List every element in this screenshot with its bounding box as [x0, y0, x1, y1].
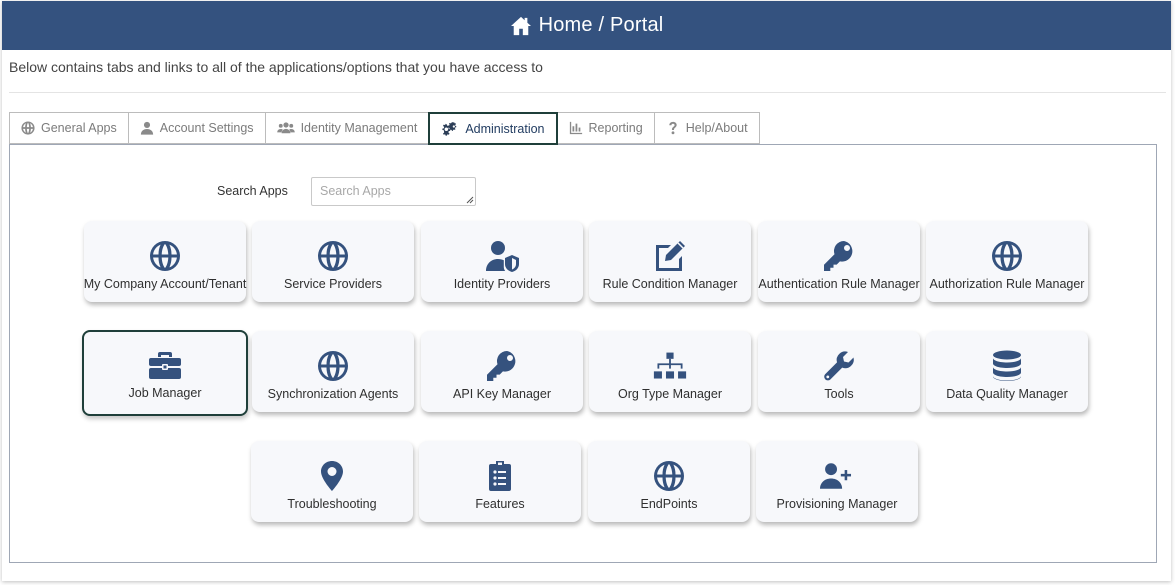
globe-icon [990, 240, 1024, 272]
app-tile-label: Rule Condition Manager [602, 277, 738, 291]
app-tile-label: Service Providers [284, 277, 382, 291]
app-tile-label: Authentication Rule Manager [758, 277, 920, 291]
database-icon [990, 350, 1024, 382]
app-tile-label: Job Manager [128, 386, 202, 400]
bar-chart-icon [569, 121, 583, 135]
tab-label: Account Settings [159, 121, 254, 135]
user-icon [140, 121, 154, 135]
tab-bar: General Apps Account Settings Identity M… [9, 112, 1157, 145]
app-tile-rule-condition-manager[interactable]: Rule Condition Manager [589, 221, 751, 302]
search-input[interactable] [311, 177, 476, 206]
app-tile-endpoints[interactable]: EndPoints [588, 441, 750, 522]
divider [9, 92, 1166, 93]
app-tile-label: Identity Providers [453, 277, 551, 291]
globe-icon [316, 240, 350, 272]
app-tile-api-key-manager[interactable]: API Key Manager [421, 331, 583, 412]
tab-administration[interactable]: Administration [428, 112, 558, 145]
app-tile-tools[interactable]: Tools [758, 331, 920, 412]
app-tile-label: Features [475, 497, 525, 511]
app-tile-label: Troubleshooting [287, 497, 377, 511]
search-label: Search Apps [217, 184, 288, 198]
app-tile-data-quality-manager[interactable]: Data Quality Manager [926, 331, 1088, 412]
app-tile-label: Provisioning Manager [776, 497, 898, 511]
globe-icon [316, 350, 350, 382]
globe-icon [148, 240, 182, 272]
tab-account-settings[interactable]: Account Settings [127, 112, 265, 144]
app-tile-label: Org Type Manager [618, 387, 722, 401]
app-tile-job-manager[interactable]: Job Manager [82, 330, 248, 416]
wrench-icon [822, 350, 856, 382]
toolbox-icon [148, 349, 182, 381]
app-tile-label: EndPoints [640, 497, 698, 511]
users-icon [276, 121, 295, 135]
app-tile-features[interactable]: Features [419, 441, 581, 522]
tab-label: General Apps [41, 121, 117, 135]
tab-help-about[interactable]: Help/About [653, 112, 760, 144]
page-header: Home / Portal [2, 1, 1171, 50]
question-icon [666, 121, 680, 135]
key-icon [485, 350, 519, 382]
globe-icon [21, 121, 35, 135]
map-marker-icon [315, 460, 349, 492]
home-icon [510, 16, 532, 36]
app-tile-authentication-rule-manager[interactable]: Authentication Rule Manager [758, 221, 920, 302]
user-plus-icon [820, 460, 854, 492]
app-tile-label: API Key Manager [453, 387, 551, 401]
tab-label: Help/About [685, 121, 748, 135]
cogs-icon [441, 121, 459, 136]
globe-icon [652, 460, 686, 492]
tab-label: Identity Management [300, 121, 418, 135]
app-tile-my-company-account-tenant[interactable]: My Company Account/Tenant [84, 221, 246, 302]
user-shield-icon [485, 240, 519, 272]
resize-grip-icon[interactable] [465, 195, 474, 204]
app-tile-label: Tools [824, 387, 854, 401]
app-tile-identity-providers[interactable]: Identity Providers [421, 221, 583, 302]
edit-icon [653, 240, 687, 272]
app-tile-service-providers[interactable]: Service Providers [252, 221, 414, 302]
app-tile-label: Authorization Rule Manager [929, 277, 1085, 291]
app-tile-provisioning-manager[interactable]: Provisioning Manager [756, 441, 918, 522]
tab-label: Administration [465, 121, 545, 136]
app-tile-label: Synchronization Agents [267, 387, 399, 401]
sitemap-icon [653, 350, 687, 382]
page-subtitle: Below contains tabs and links to all of … [9, 59, 543, 75]
clipboard-list-icon [483, 460, 517, 492]
app-tile-label: Data Quality Manager [946, 387, 1068, 401]
app-tile-synchronization-agents[interactable]: Synchronization Agents [252, 331, 414, 412]
app-tile-label: My Company Account/Tenant [83, 277, 247, 291]
app-tile-authorization-rule-manager[interactable]: Authorization Rule Manager [926, 221, 1088, 302]
tab-reporting[interactable]: Reporting [557, 112, 654, 144]
app-tile-troubleshooting[interactable]: Troubleshooting [251, 441, 413, 522]
app-tile-org-type-manager[interactable]: Org Type Manager [589, 331, 751, 412]
key-icon [822, 240, 856, 272]
tab-general-apps[interactable]: General Apps [9, 112, 128, 144]
tab-identity-management[interactable]: Identity Management [264, 112, 429, 144]
tab-label: Reporting [588, 121, 643, 135]
page-title: Home / Portal [538, 14, 664, 36]
